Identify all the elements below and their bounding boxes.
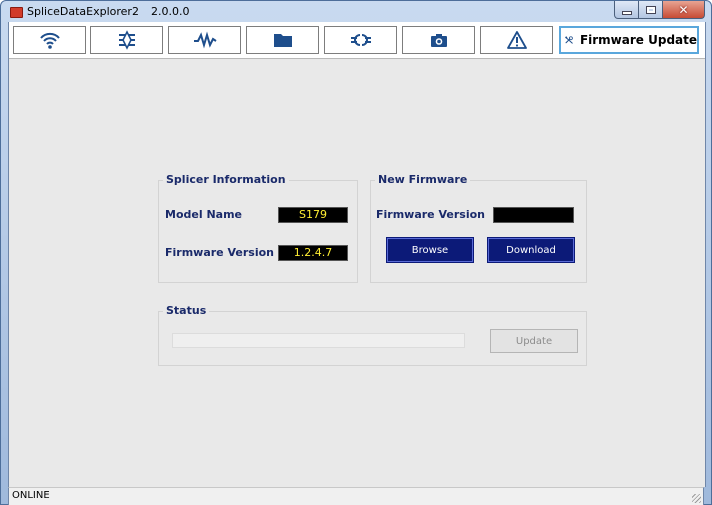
update-button[interactable]: Update bbox=[490, 329, 578, 353]
tab-alerts[interactable] bbox=[480, 26, 553, 54]
maximize-icon bbox=[645, 5, 656, 14]
new-firmware-title: New Firmware bbox=[375, 173, 471, 186]
app-logo-icon bbox=[10, 7, 23, 18]
toolbar: Firmware Update bbox=[9, 22, 705, 59]
tab-firmware-update-label: Firmware Update bbox=[579, 33, 697, 47]
tab-splice-settings[interactable] bbox=[324, 26, 397, 54]
main-panel: Firmware Update Splicer Information Mode… bbox=[8, 22, 706, 487]
warning-icon bbox=[506, 31, 527, 49]
browse-button[interactable]: Browse bbox=[386, 237, 474, 263]
splicer-information-group: Splicer Information Model Name S179 Firm… bbox=[158, 173, 358, 283]
tab-loss-waveform[interactable] bbox=[168, 26, 241, 54]
wifi-icon bbox=[39, 32, 60, 49]
fiber-splice-icon bbox=[350, 34, 371, 46]
status-title: Status bbox=[163, 304, 210, 317]
new-firmware-version-label: Firmware Version bbox=[376, 208, 485, 221]
download-button[interactable]: Download bbox=[487, 237, 575, 263]
status-group: Status Update bbox=[158, 304, 587, 366]
app-version: 2.0.0.0 bbox=[150, 5, 190, 18]
status-bar: ONLINE bbox=[8, 487, 704, 505]
tab-firmware-update[interactable]: Firmware Update bbox=[559, 26, 699, 54]
splice-list-icon bbox=[118, 30, 135, 50]
tab-splice-data[interactable] bbox=[90, 26, 163, 54]
resize-grip-icon[interactable] bbox=[692, 494, 701, 503]
tab-files[interactable] bbox=[246, 26, 319, 54]
new-firmware-group: New Firmware Firmware Version Browse Dow… bbox=[370, 173, 587, 283]
tab-images[interactable] bbox=[402, 26, 475, 54]
splicer-information-title: Splicer Information bbox=[163, 173, 289, 186]
new-firmware-version-value bbox=[493, 207, 574, 223]
title-bar[interactable]: SpliceDataExplorer2 2.0.0.0 ✕ bbox=[1, 1, 711, 23]
camera-icon bbox=[430, 34, 447, 47]
app-name: SpliceDataExplorer2 bbox=[27, 5, 139, 18]
tab-wireless[interactable] bbox=[13, 26, 86, 54]
firmware-version-value: 1.2.4.7 bbox=[278, 245, 348, 261]
model-name-label: Model Name bbox=[165, 208, 242, 221]
close-icon: ✕ bbox=[678, 2, 689, 17]
update-progress-bar bbox=[172, 333, 465, 348]
close-button[interactable]: ✕ bbox=[663, 1, 705, 19]
tools-icon bbox=[565, 36, 573, 44]
window-controls: ✕ bbox=[614, 1, 705, 19]
minimize-icon bbox=[621, 10, 632, 15]
maximize-button[interactable] bbox=[639, 1, 663, 19]
window-title: SpliceDataExplorer2 2.0.0.0 bbox=[27, 5, 189, 18]
folder-icon bbox=[273, 34, 292, 47]
model-name-value: S179 bbox=[278, 207, 348, 223]
minimize-button[interactable] bbox=[614, 1, 639, 19]
firmware-version-label: Firmware Version bbox=[165, 246, 274, 259]
connection-status: ONLINE bbox=[12, 490, 50, 501]
waveform-icon bbox=[193, 31, 217, 49]
